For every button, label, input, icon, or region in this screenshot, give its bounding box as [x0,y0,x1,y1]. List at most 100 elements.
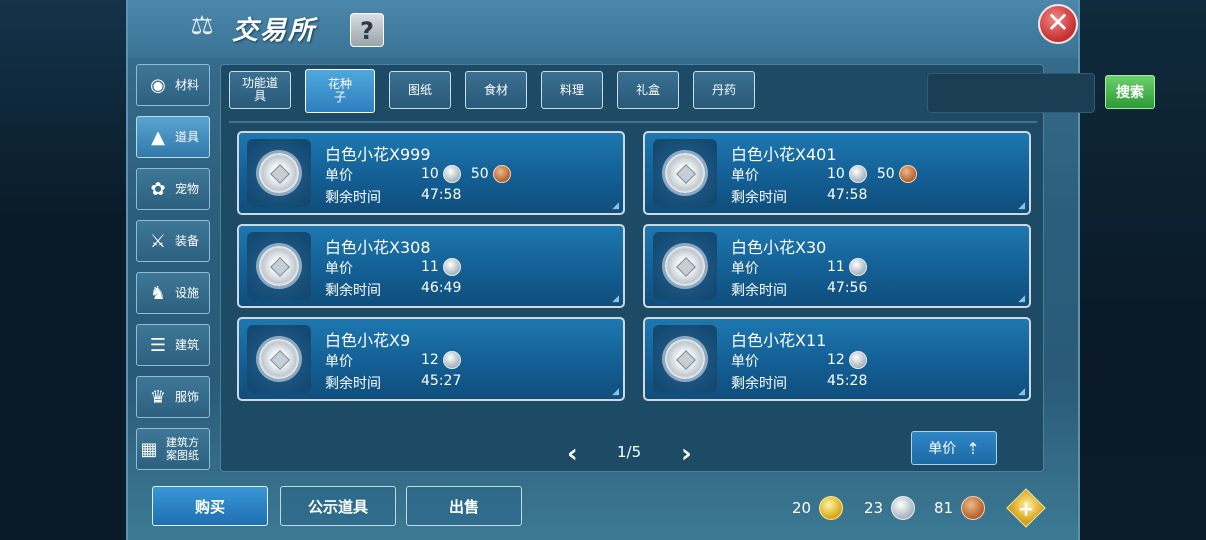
item-name: 白色小花X999 [325,145,431,164]
item-icon [653,325,717,393]
prev-page-button[interactable]: ‹ [567,439,578,469]
time-left-label: 剩余时间 [325,376,381,392]
tab-flower-seeds[interactable]: 花种子 [305,69,375,113]
close-button[interactable]: ✕ [1038,4,1078,44]
page-indicator: 1/5 [617,443,642,461]
silver-coin-icon [442,165,461,183]
price-value: 10 50 [827,165,917,183]
flask-icon: ▲ [151,126,165,148]
sort-arrow-icon: ⇡ [966,438,980,458]
corner-mark-icon: ◢ [612,387,619,397]
corner-mark-icon: ◢ [612,201,619,211]
search-input[interactable] [927,73,1095,113]
item-name: 白色小花X9 [325,331,411,350]
item-name: 白色小花X11 [731,331,827,350]
ore-icon: ◉ [150,74,166,96]
bronze-coin-icon [961,496,986,520]
search-button[interactable]: 搜索 [1105,75,1155,109]
bronze-coin-icon [898,165,917,183]
silver-coin-icon [848,258,867,276]
page-title: 交易所 [232,16,317,46]
listing-card[interactable]: 白色小花X30 单价 11 剩余时间 47:56 ◢ [643,224,1031,308]
price-label: 单价 [325,354,353,370]
time-left-label: 剩余时间 [731,190,787,206]
listing-card[interactable]: 白色小花X11 单价 12 剩余时间 45:28 ◢ [643,317,1031,401]
price-value: 12 [421,351,461,369]
listing-card[interactable]: 白色小花X9 单价 12 剩余时间 45:27 ◢ [237,317,625,401]
price-value: 12 [827,351,867,369]
paw-icon: ✿ [150,178,166,200]
time-left-value: 47:58 [827,187,868,203]
public-items-button[interactable]: 公示道具 [280,486,396,526]
white-flower-icon [259,153,299,193]
tab-blueprints[interactable]: 图纸 [389,71,451,109]
time-left-value: 47:56 [827,280,868,296]
sidebar-item-buildings[interactable]: ☰ 建筑 [136,324,210,366]
item-name: 白色小花X401 [731,145,837,164]
price-value: 10 50 [421,165,511,183]
price-value: 11 [421,258,461,276]
next-page-button[interactable]: › [681,439,692,469]
sidebar-item-facilities[interactable]: ♞ 设施 [136,272,210,314]
bronze-coin-icon [492,165,511,183]
item-icon [247,325,311,393]
time-left-label: 剩余时间 [731,376,787,392]
price-label: 单价 [325,261,353,277]
price-label: 单价 [731,168,759,184]
silver-coin-icon [442,351,461,369]
white-flower-icon [665,339,705,379]
sidebar-item-blueprints[interactable]: ▦ 建筑方案图纸 [136,428,210,470]
price-label: 单价 [731,354,759,370]
listing-card[interactable]: 白色小花X401 单价 10 50 剩余时间 47:58 ◢ [643,131,1031,215]
price-value: 11 [827,258,867,276]
tab-ingredients[interactable]: 食材 [465,71,527,109]
tab-function-items[interactable]: 功能道具 [229,71,291,109]
tab-elixirs[interactable]: 丹药 [693,71,755,109]
item-name: 白色小花X308 [325,238,431,257]
silver-coin-icon [891,496,916,520]
divider [229,121,1037,123]
background-left [0,0,126,540]
tab-gift-boxes[interactable]: 礼盒 [617,71,679,109]
time-left-label: 剩余时间 [325,190,381,206]
help-button[interactable]: ? [350,13,384,47]
silver-coin-icon [848,351,867,369]
item-icon [247,232,311,300]
sidebar-item-props[interactable]: ▲ 道具 [136,116,210,158]
sidebar-item-materials[interactable]: ◉ 材料 [136,64,210,106]
facility-icon: ♞ [149,282,167,304]
equipment-icon: ⚔ [149,230,167,252]
time-left-label: 剩余时间 [325,283,381,299]
scales-icon: ⚖ [190,11,214,41]
sell-button[interactable]: 出售 [406,486,522,526]
sort-by-price-button[interactable]: 单价 ⇡ [911,431,997,465]
corner-mark-icon: ◢ [612,294,619,304]
gold-balance: 20 [792,496,844,520]
white-flower-icon [259,339,299,379]
item-icon [247,139,311,207]
silver-balance: 23 [864,496,916,520]
price-label: 单价 [731,261,759,277]
exchange-window: ⚖ 交易所 ? ✕ ◉ 材料 ▲ 道具 ✿ 宠物 ⚔ 装备 ♞ 设施 ☰ 建筑 … [126,0,1155,540]
listing-card[interactable]: 白色小花X308 单价 11 剩余时间 46:49 ◢ [237,224,625,308]
listing-card[interactable]: 白色小花X999 单价 10 50 剩余时间 47:58 ◢ [237,131,625,215]
sidebar-item-clothing[interactable]: ♛ 服饰 [136,376,210,418]
sidebar-item-pets[interactable]: ✿ 宠物 [136,168,210,210]
listing-panel: 功能道具 花种子 图纸 食材 料理 礼盒 丹药 搜索 白色小花X999 单价 1… [220,64,1155,472]
bronze-balance: 81 [934,496,986,520]
corner-mark-icon: ◢ [1018,201,1025,211]
white-flower-icon [665,246,705,286]
time-left-value: 45:27 [421,373,462,389]
white-flower-icon [665,153,705,193]
window-header: ⚖ 交易所 ? ✕ [128,0,1078,58]
time-left-value: 45:28 [827,373,868,389]
item-icon [653,232,717,300]
building-icon: ☰ [149,334,167,356]
white-flower-icon [259,246,299,286]
tab-cuisine[interactable]: 料理 [541,71,603,109]
plus-icon: + [1017,496,1035,521]
sidebar-item-equipment[interactable]: ⚔ 装备 [136,220,210,262]
add-currency-button[interactable]: + [1006,488,1046,528]
gold-coin-icon [819,496,844,520]
buy-button[interactable]: 购买 [152,486,268,526]
